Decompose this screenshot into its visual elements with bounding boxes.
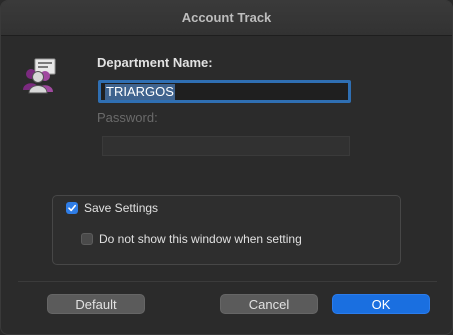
department-name-label: Department Name: bbox=[97, 55, 213, 70]
department-name-input[interactable]: TRIARGOS bbox=[98, 80, 351, 103]
save-settings-label: Save Settings bbox=[84, 201, 159, 215]
footer-divider bbox=[18, 281, 437, 282]
password-input[interactable] bbox=[102, 136, 350, 156]
settings-group: Save Settings Do not show this window wh… bbox=[52, 195, 401, 265]
password-label: Password: bbox=[97, 110, 158, 125]
ok-button[interactable]: OK bbox=[332, 294, 430, 314]
account-track-dialog: Account Track Department Name: TRIARGOS … bbox=[0, 0, 453, 335]
default-button[interactable]: Default bbox=[47, 294, 145, 314]
cancel-button[interactable]: Cancel bbox=[220, 294, 318, 314]
dont-show-checkbox[interactable] bbox=[81, 233, 93, 245]
dont-show-option[interactable]: Do not show this window when setting bbox=[81, 232, 302, 246]
checkmark-icon bbox=[68, 204, 76, 212]
window-title: Account Track bbox=[1, 1, 452, 36]
department-name-value: TRIARGOS bbox=[105, 84, 175, 100]
save-settings-checkbox[interactable] bbox=[66, 202, 78, 214]
save-settings-option[interactable]: Save Settings bbox=[66, 201, 158, 215]
account-users-icon bbox=[21, 57, 59, 95]
dont-show-label: Do not show this window when setting bbox=[99, 232, 302, 246]
